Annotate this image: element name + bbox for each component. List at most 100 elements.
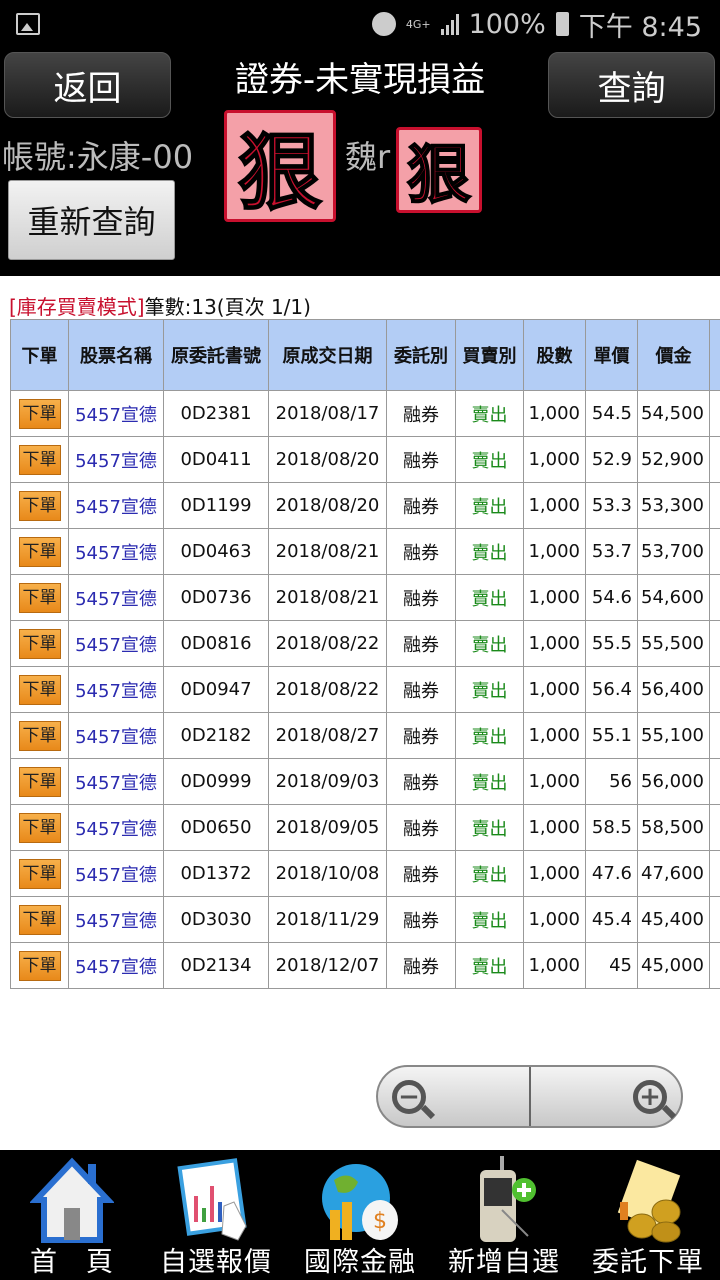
cell-order: 下單 — [10, 666, 69, 713]
cell-stock-name[interactable]: 5457宣德 — [68, 942, 164, 989]
nav-label: 委託下單 — [592, 1247, 704, 1278]
place-order-button[interactable]: 下單 — [18, 582, 61, 613]
cell-stock-name[interactable]: 5457宣德 — [68, 666, 164, 713]
cell-shares: 1,000 — [523, 850, 586, 897]
cell-amount: 55,500 — [637, 620, 710, 667]
cell-stock-name[interactable]: 5457宣德 — [68, 528, 164, 575]
zoom-out-button[interactable]: − — [378, 1067, 531, 1126]
cell-fee — [709, 620, 720, 667]
account-label: 帳號:永康-00 — [2, 138, 194, 176]
nav-home[interactable]: 首 頁 — [0, 1150, 144, 1280]
network-type: 4G+ — [405, 17, 431, 31]
cell-shares: 1,000 — [523, 942, 586, 989]
place-order-button[interactable]: 下單 — [18, 444, 61, 475]
place-order-button[interactable]: 下單 — [18, 674, 61, 705]
column-header-order: 下單 — [10, 319, 69, 391]
place-order-button[interactable]: 下單 — [18, 766, 61, 797]
cell-stock-name[interactable]: 5457宣德 — [68, 482, 164, 529]
zoom-in-button[interactable]: + — [531, 1067, 682, 1126]
cell-order: 下單 — [10, 896, 69, 943]
requery-button[interactable]: 重新查詢 — [8, 180, 175, 260]
cell-fee — [709, 712, 720, 759]
cell-shares: 1,000 — [523, 620, 586, 667]
place-order-button[interactable]: 下單 — [18, 950, 61, 981]
cell-stock-name[interactable]: 5457宣德 — [68, 712, 164, 759]
phone-add-icon — [480, 1156, 536, 1242]
cell-order: 下單 — [10, 390, 69, 437]
cell-shares: 1,000 — [523, 574, 586, 621]
place-order-button[interactable]: 下單 — [18, 628, 61, 659]
cell-unit-price: 45 — [585, 942, 638, 989]
place-order-button[interactable]: 下單 — [18, 490, 61, 521]
nav-international-finance[interactable]: $ 國際金融 — [288, 1150, 432, 1280]
nav-place-order[interactable]: 委託下單 — [576, 1150, 720, 1280]
status-right: 4G+ 100% 下午 8:45 — [371, 6, 702, 43]
cell-side: 賣出 — [455, 942, 524, 989]
cell-orig-order-no: 0D3030 — [163, 896, 269, 943]
back-button[interactable]: 返回 — [4, 52, 171, 118]
cell-side: 賣出 — [455, 758, 524, 805]
cell-fee — [709, 482, 720, 529]
coins-order-icon — [617, 1159, 681, 1243]
cell-order-type: 融券 — [386, 482, 456, 529]
column-header-shares: 股數 — [523, 319, 586, 391]
cell-order: 下單 — [10, 482, 69, 529]
cell-order-type: 融券 — [386, 896, 456, 943]
table-row: 下單 5457宣德 0D2381 2018/08/17 融券 賣出 1,000 54.5 54,… — [10, 390, 720, 437]
cell-unit-price: 56.4 — [585, 666, 638, 713]
cell-stock-name[interactable]: 5457宣德 — [68, 804, 164, 851]
cell-unit-price: 58.5 — [585, 804, 638, 851]
column-header-fee: 手 — [709, 319, 720, 391]
cell-orig-order-no: 0D0947 — [163, 666, 269, 713]
cell-stock-name[interactable]: 5457宣德 — [68, 620, 164, 667]
place-order-button[interactable]: 下單 — [18, 720, 61, 751]
cell-amount: 45,400 — [637, 896, 710, 943]
cell-stock-name[interactable]: 5457宣德 — [68, 574, 164, 621]
cell-fee — [709, 528, 720, 575]
table-row: 下單 5457宣德 0D3030 2018/11/29 融券 賣出 1,000 45.4 45,… — [10, 896, 720, 943]
cell-amount: 52,900 — [637, 436, 710, 483]
place-order-button[interactable]: 下單 — [18, 858, 61, 889]
column-header-amount: 價金 — [637, 319, 710, 391]
cell-orig-order-no: 0D0650 — [163, 804, 269, 851]
table-row: 下單 5457宣德 0D0947 2018/08/22 融券 賣出 1,000 56.4 56,… — [10, 666, 720, 713]
cell-order-type: 融券 — [386, 712, 456, 759]
place-order-button[interactable]: 下單 — [18, 536, 61, 567]
censor-stamp: 狠 — [396, 127, 482, 214]
query-button[interactable]: 查詢 — [548, 52, 715, 118]
cell-side: 賣出 — [455, 666, 524, 713]
cell-stock-name[interactable]: 5457宣德 — [68, 390, 164, 437]
cell-shares: 1,000 — [523, 436, 586, 483]
cell-stock-name[interactable]: 5457宣德 — [68, 758, 164, 805]
svg-text:$: $ — [373, 1209, 387, 1234]
table-row: 下單 5457宣德 0D2134 2018/12/07 融券 賣出 1,000 45 45,00… — [10, 942, 720, 989]
cell-unit-price: 54.6 — [585, 574, 638, 621]
place-order-button[interactable]: 下單 — [18, 812, 61, 843]
cell-order: 下單 — [10, 850, 69, 897]
cell-side: 賣出 — [455, 528, 524, 575]
cell-amount: 54,600 — [637, 574, 710, 621]
cell-stock-name[interactable]: 5457宣德 — [68, 436, 164, 483]
cell-orig-order-no: 0D0411 — [163, 436, 269, 483]
place-order-button[interactable]: 下單 — [18, 904, 61, 935]
cell-orig-trade-date: 2018/08/20 — [268, 482, 387, 529]
censor-stamp: 狠 — [224, 110, 336, 223]
cell-stock-name[interactable]: 5457宣德 — [68, 896, 164, 943]
mode-label: [庫存買賣模式] — [9, 295, 145, 319]
cell-orig-trade-date: 2018/08/21 — [268, 528, 387, 575]
cell-order-type: 融券 — [386, 804, 456, 851]
cell-fee — [709, 758, 720, 805]
cell-stock-name[interactable]: 5457宣德 — [68, 850, 164, 897]
nav-watchlist-quote[interactable]: 自選報價 — [144, 1150, 288, 1280]
table-row: 下單 5457宣德 0D1372 2018/10/08 融券 賣出 1,000 47.6 47,… — [10, 850, 720, 897]
cell-side: 賣出 — [455, 482, 524, 529]
cell-side: 賣出 — [455, 896, 524, 943]
nav-add-watchlist[interactable]: 新增自選 — [432, 1150, 576, 1280]
top-bar: 4G+ 100% 下午 8:45 返回 證券-未實現損益 查詢 帳號:永康-00… — [0, 0, 720, 276]
table-row: 下單 5457宣德 0D0650 2018/09/05 融券 賣出 1,000 58.5 58,… — [10, 804, 720, 851]
positions-table-container[interactable]: 下單股票名稱原委託書號原成交日期委託別買賣別股數單價價金手 下單5457宣德0D… — [10, 319, 720, 989]
nav-label: 國際金融 — [304, 1247, 416, 1278]
cell-orig-trade-date: 2018/08/22 — [268, 620, 387, 667]
list-info: [庫存買賣模式]筆數:13(頁次 1/1) — [9, 291, 311, 320]
place-order-button[interactable]: 下單 — [18, 398, 61, 429]
